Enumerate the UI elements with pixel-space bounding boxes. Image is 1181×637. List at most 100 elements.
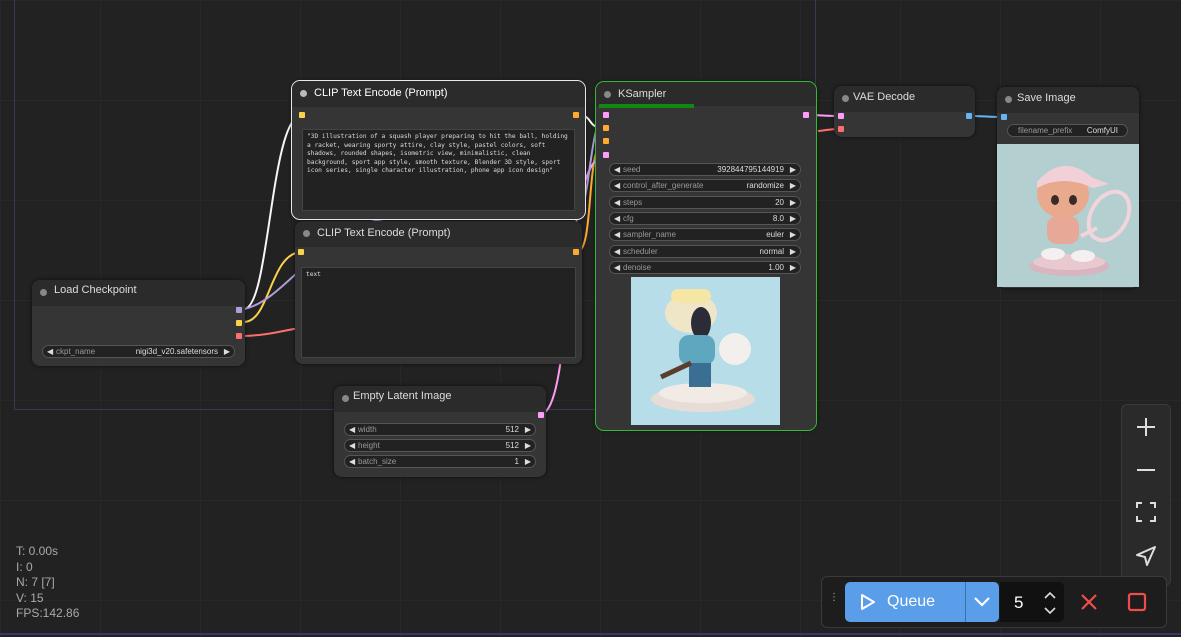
node-header[interactable]: Empty Latent Image bbox=[334, 386, 546, 412]
clip-input-slot[interactable] bbox=[298, 249, 304, 255]
chevron-up-icon[interactable] bbox=[1044, 591, 1056, 599]
widget-label: batch_size bbox=[358, 457, 397, 466]
conditioning-output-slot[interactable] bbox=[573, 249, 579, 255]
collapse-dot-icon[interactable] bbox=[300, 90, 307, 97]
widget-label: cfg bbox=[623, 213, 634, 223]
vae-input-slot[interactable] bbox=[838, 126, 844, 132]
widget-value: randomize bbox=[746, 181, 784, 191]
fit-view-icon[interactable] bbox=[1122, 492, 1170, 532]
batch-count-value[interactable]: 5 bbox=[1014, 593, 1023, 613]
queue-button[interactable]: Queue bbox=[845, 582, 999, 622]
prev-arrow-icon[interactable]: ◀ bbox=[47, 347, 53, 356]
collapse-dot-icon[interactable] bbox=[303, 230, 310, 237]
widget-value: 1.00 bbox=[768, 262, 784, 272]
widget-value: nigi3d_v20.safetensors bbox=[135, 347, 218, 356]
increment-arrow-icon[interactable]: ▶ bbox=[525, 441, 531, 450]
node-header[interactable]: CLIP Text Encode (Prompt) bbox=[292, 81, 585, 107]
increment-arrow-icon[interactable]: ▶ bbox=[790, 165, 796, 174]
collapse-dot-icon[interactable] bbox=[40, 289, 47, 296]
drag-handle-icon[interactable]: ⋮ bbox=[829, 593, 839, 611]
vae-decode-node[interactable]: VAE Decode bbox=[834, 86, 975, 137]
collapse-dot-icon[interactable] bbox=[1005, 96, 1012, 103]
clip-input-slot[interactable] bbox=[299, 112, 305, 118]
latent-output-slot[interactable] bbox=[538, 412, 544, 418]
prompt-textarea[interactable]: text bbox=[301, 267, 576, 358]
conditioning-output-slot[interactable] bbox=[573, 112, 579, 118]
decrement-arrow-icon[interactable]: ◀ bbox=[349, 441, 355, 450]
widget-value: 512 bbox=[505, 441, 519, 450]
decrement-arrow-icon[interactable]: ◀ bbox=[614, 230, 620, 239]
collapse-dot-icon[interactable] bbox=[842, 95, 849, 102]
chevron-down-small-icon[interactable] bbox=[1044, 607, 1056, 615]
decrement-arrow-icon[interactable]: ◀ bbox=[614, 263, 620, 272]
model-output-slot[interactable] bbox=[236, 307, 242, 313]
negative-input-slot[interactable] bbox=[603, 138, 609, 144]
image-output-slot[interactable] bbox=[966, 113, 972, 119]
save-image-node[interactable]: Save Image filename_prefix ComfyUI bbox=[997, 87, 1139, 288]
chevron-down-icon[interactable] bbox=[965, 596, 991, 608]
close-icon[interactable] bbox=[1078, 591, 1100, 613]
empty-latent-image-node[interactable]: Empty Latent Image ◀ width 512 ▶ ◀ height 512… bbox=[334, 386, 546, 477]
filename-prefix-input[interactable]: filename_prefix ComfyUI bbox=[1007, 124, 1128, 137]
widget-value: ComfyUI bbox=[1086, 126, 1118, 135]
batch-count-stepper[interactable]: 5 bbox=[1000, 582, 1064, 622]
node-header[interactable]: CLIP Text Encode (Prompt) bbox=[295, 221, 582, 247]
increment-arrow-icon[interactable]: ▶ bbox=[790, 214, 796, 223]
plus-icon[interactable] bbox=[1122, 407, 1170, 447]
images-input-slot[interactable] bbox=[1001, 114, 1007, 120]
decrement-arrow-icon[interactable]: ◀ bbox=[349, 457, 355, 466]
minus-icon[interactable] bbox=[1122, 450, 1170, 490]
clip-text-encode-negative-node[interactable]: CLIP Text Encode (Prompt) text bbox=[295, 221, 582, 364]
node-header[interactable]: Save Image bbox=[997, 87, 1139, 113]
batch-size-input[interactable]: ◀ batch_size 1 ▶ bbox=[344, 455, 536, 468]
samples-input-slot[interactable] bbox=[838, 113, 844, 119]
width-input[interactable]: ◀ width 512 ▶ bbox=[344, 423, 536, 436]
node-header[interactable]: Load Checkpoint bbox=[32, 280, 245, 306]
increment-arrow-icon[interactable]: ▶ bbox=[525, 425, 531, 434]
queue-label: Queue bbox=[887, 593, 936, 610]
node-header[interactable]: VAE Decode bbox=[834, 86, 975, 112]
prompt-textarea[interactable]: "3D illustration of a squash player prep… bbox=[302, 129, 575, 211]
widget-label: steps bbox=[623, 197, 643, 207]
latent-output-slot[interactable] bbox=[803, 112, 809, 118]
next-arrow-icon[interactable]: ▶ bbox=[224, 347, 230, 356]
control-after-generate-combo[interactable]: ◀ control_after_generate randomize ▶ bbox=[609, 179, 801, 193]
decrement-arrow-icon[interactable]: ◀ bbox=[614, 165, 620, 174]
collapse-dot-icon[interactable] bbox=[604, 91, 611, 98]
decrement-arrow-icon[interactable]: ◀ bbox=[614, 247, 620, 256]
load-checkpoint-node[interactable]: Load Checkpoint ◀ ckpt_name nigi3d_v20.s… bbox=[32, 280, 245, 366]
queue-bar: ⋮ Queue 5 bbox=[821, 576, 1167, 628]
positive-input-slot[interactable] bbox=[603, 125, 609, 131]
increment-arrow-icon[interactable]: ▶ bbox=[790, 230, 796, 239]
increment-arrow-icon[interactable]: ▶ bbox=[790, 263, 796, 272]
widget-label: height bbox=[358, 441, 380, 450]
clip-text-encode-positive-node[interactable]: CLIP Text Encode (Prompt) "3D illustrati… bbox=[291, 80, 586, 220]
widget-value: 20 bbox=[775, 197, 784, 207]
node-header[interactable]: KSampler bbox=[596, 82, 816, 106]
latent-input-slot[interactable] bbox=[603, 152, 609, 158]
vae-output-slot[interactable] bbox=[236, 333, 242, 339]
increment-arrow-icon[interactable]: ▶ bbox=[525, 457, 531, 466]
stop-icon[interactable] bbox=[1126, 591, 1148, 613]
preview-image bbox=[631, 277, 780, 425]
height-input[interactable]: ◀ height 512 ▶ bbox=[344, 439, 536, 452]
decrement-arrow-icon[interactable]: ◀ bbox=[614, 214, 620, 223]
increment-arrow-icon[interactable]: ▶ bbox=[790, 198, 796, 207]
cfg-input[interactable]: ◀ cfg 8.0 ▶ bbox=[609, 211, 801, 225]
collapse-dot-icon[interactable] bbox=[342, 395, 349, 402]
navigate-icon[interactable] bbox=[1122, 536, 1170, 576]
ksampler-node[interactable]: KSampler ◀ seed 392844795144919 ▶ ◀ control_a… bbox=[595, 81, 817, 431]
model-input-slot[interactable] bbox=[603, 112, 609, 118]
increment-arrow-icon[interactable]: ▶ bbox=[790, 181, 796, 190]
sampler-name-combo[interactable]: ◀ sampler_name euler ▶ bbox=[609, 228, 801, 242]
denoise-input[interactable]: ◀ denoise 1.00 ▶ bbox=[609, 260, 801, 274]
ckpt-name-combo[interactable]: ◀ ckpt_name nigi3d_v20.safetensors ▶ bbox=[42, 345, 235, 358]
seed-input[interactable]: ◀ seed 392844795144919 ▶ bbox=[609, 163, 801, 176]
decrement-arrow-icon[interactable]: ◀ bbox=[614, 198, 620, 207]
increment-arrow-icon[interactable]: ▶ bbox=[790, 247, 796, 256]
decrement-arrow-icon[interactable]: ◀ bbox=[614, 181, 620, 190]
clip-output-slot[interactable] bbox=[236, 320, 242, 326]
decrement-arrow-icon[interactable]: ◀ bbox=[349, 425, 355, 434]
steps-input[interactable]: ◀ steps 20 ▶ bbox=[609, 195, 801, 209]
scheduler-combo[interactable]: ◀ scheduler normal ▶ bbox=[609, 244, 801, 258]
